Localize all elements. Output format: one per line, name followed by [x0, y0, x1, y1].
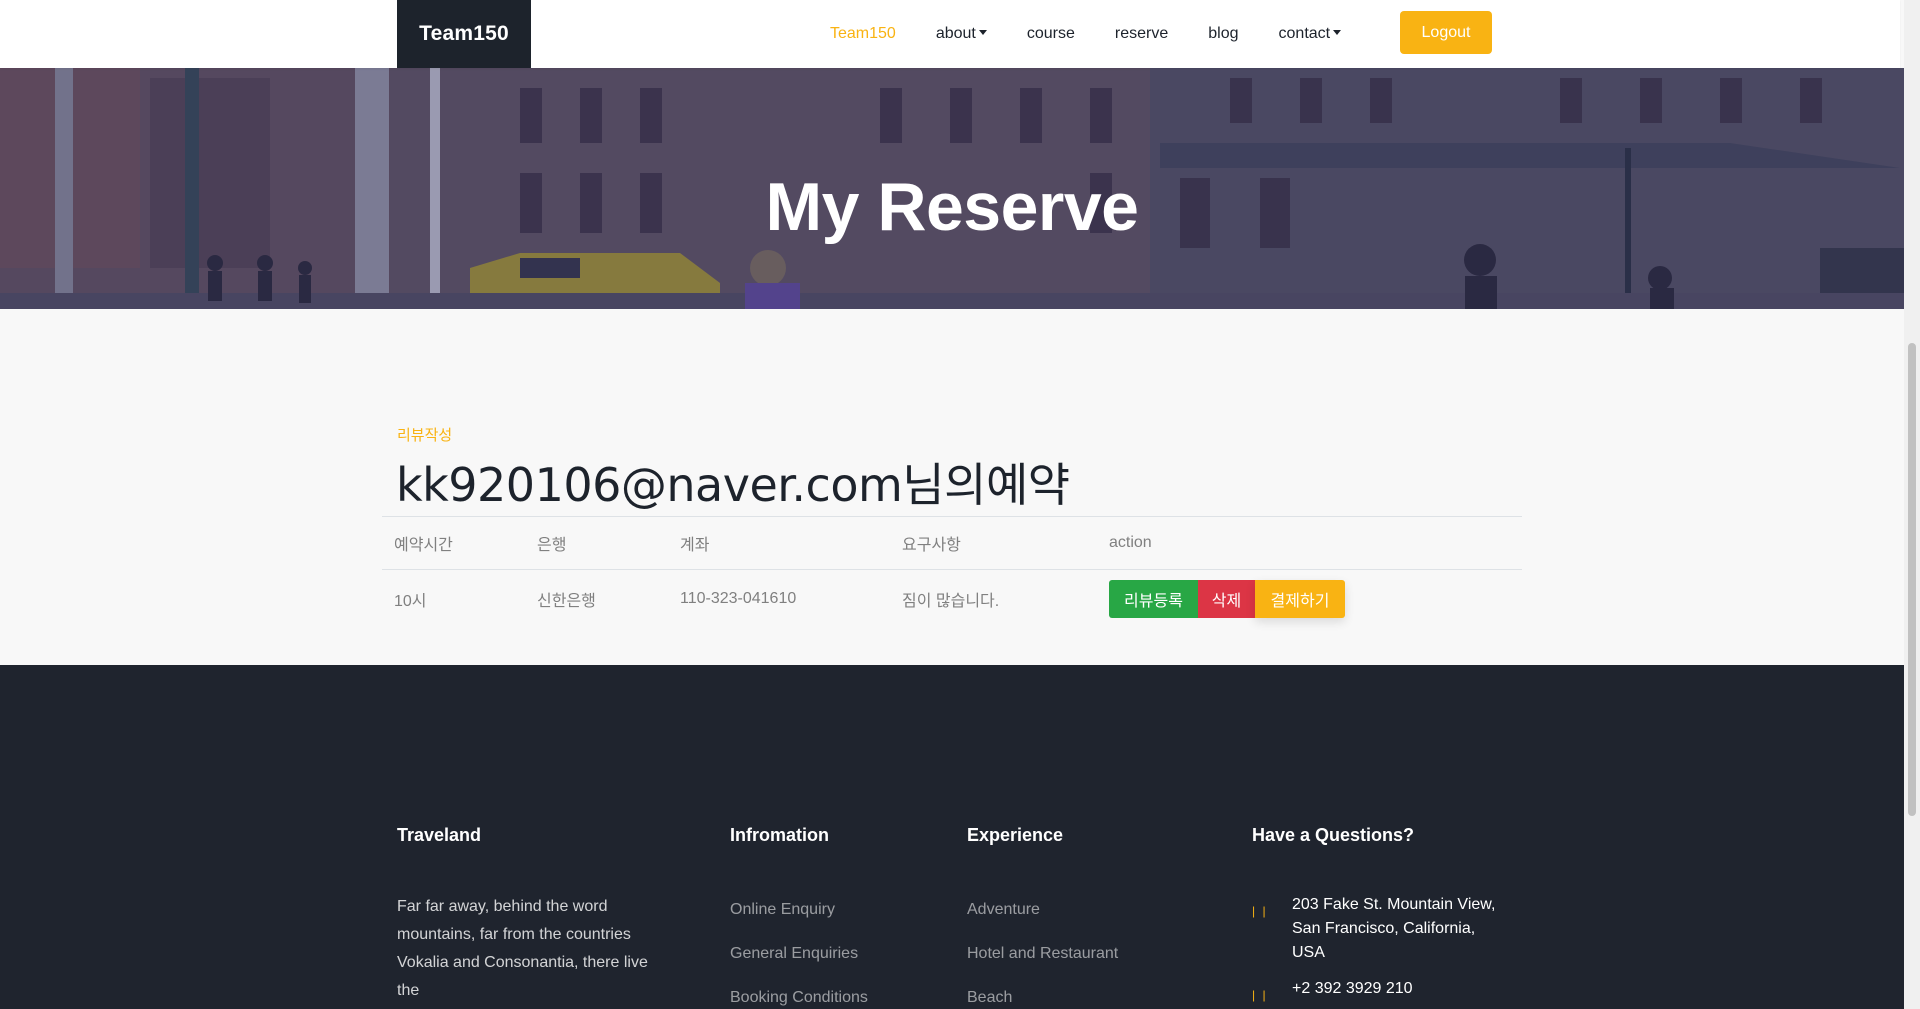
footer-phone[interactable]: +2 392 3929 210 — [1292, 980, 1413, 997]
nav-item-label: reserve — [1114, 25, 1169, 42]
footer-title-traveland: Traveland — [397, 825, 482, 845]
footer-col-experience: Experience — [967, 825, 1063, 846]
footer: Traveland Far far away, behind the word … — [0, 665, 1904, 1009]
footer-title-information: Infromation — [730, 825, 829, 845]
cell-actions: 리뷰등록 삭제 결제하기 — [1097, 579, 1497, 618]
nav-item-label: about — [935, 25, 976, 42]
phone-icon: | | — [1252, 988, 1268, 1002]
footer-links-information: Online Enquiry General Enquiries Booking… — [730, 901, 868, 1009]
pay-button[interactable]: 결제하기 — [1255, 579, 1345, 618]
footer-link-general-enquiries[interactable]: General Enquiries — [730, 945, 868, 989]
hero-banner: My Reserve — [0, 68, 1904, 309]
footer-address-row: | | 203 Fake St. Mountain View, San Fran… — [1252, 893, 1512, 965]
nav-links: Team150 about course reserve blog contac… — [830, 0, 1342, 68]
column-header-time: 예약시간 — [394, 537, 453, 554]
nav-item-label: Team150 — [830, 25, 896, 42]
nav-item-course[interactable]: course — [1027, 25, 1075, 43]
footer-phone-row: | | +2 392 3929 210 — [1252, 977, 1512, 1002]
nav-item-label: course — [1026, 25, 1075, 42]
review-button[interactable]: 리뷰등록 — [1109, 579, 1198, 618]
footer-contact: | | 203 Fake St. Mountain View, San Fran… — [1252, 893, 1512, 1009]
cell-request: 짐이 많습니다. — [902, 592, 1000, 610]
nav-item-about[interactable]: about — [936, 25, 987, 43]
footer-link-hotel-restaurant[interactable]: Hotel and Restaurant — [967, 945, 1118, 989]
scrollbar-thumb[interactable] — [1908, 343, 1916, 816]
footer-col-information: Infromation — [730, 825, 829, 846]
nav-item-contact[interactable]: contact — [1279, 25, 1342, 43]
brand-logo[interactable]: Team150 — [397, 0, 531, 68]
reservation-section: 리뷰작성 kk920106@naver.com님의예약 예약시간 은행 계좌 요… — [0, 309, 1904, 665]
nav-item-reserve[interactable]: reserve — [1115, 25, 1168, 43]
footer-address: 203 Fake St. Mountain View, San Francisc… — [1292, 896, 1496, 961]
page-scrollbar[interactable] — [1904, 0, 1920, 1009]
footer-links-experience: Adventure Hotel and Restaurant Beach — [967, 901, 1118, 1009]
table-row: 10시 신한은행 110-323-041610 짐이 많습니다. 리뷰등록 삭제… — [382, 569, 1522, 627]
reservation-table: 예약시간 은행 계좌 요구사항 action 10시 신한은행 110-323-… — [382, 516, 1522, 627]
caret-down-icon — [1333, 30, 1342, 35]
footer-link-booking-conditions[interactable]: Booking Conditions — [730, 989, 868, 1009]
footer-link-online-enquiry[interactable]: Online Enquiry — [730, 901, 868, 945]
column-header-action: action — [1109, 534, 1152, 551]
footer-title-questions: Have a Questions? — [1252, 825, 1415, 845]
cell-bank: 신한은행 — [537, 592, 596, 610]
column-header-request: 요구사항 — [902, 537, 961, 554]
logout-button[interactable]: Logout — [1400, 11, 1492, 54]
footer-link-beach[interactable]: Beach — [967, 989, 1118, 1009]
nav-item-blog[interactable]: blog — [1208, 25, 1238, 43]
cell-time: 10시 — [394, 592, 427, 610]
map-marker-icon: | | — [1252, 904, 1268, 918]
caret-down-icon — [978, 30, 987, 35]
table-header-row: 예약시간 은행 계좌 요구사항 action — [382, 516, 1522, 569]
footer-title-experience: Experience — [967, 825, 1064, 845]
footer-col-traveland: Traveland — [397, 825, 481, 846]
footer-about-text: Far far away, behind the word mountains,… — [397, 898, 648, 999]
footer-link-adventure[interactable]: Adventure — [967, 901, 1118, 945]
section-subheading: 리뷰작성 — [397, 427, 453, 444]
column-header-bank: 은행 — [537, 537, 567, 554]
section-heading: kk920106@naver.com님의예약 — [396, 458, 1070, 512]
delete-button[interactable]: 삭제 — [1198, 579, 1255, 618]
nav-item-label: contact — [1278, 25, 1331, 42]
footer-col-questions: Have a Questions? — [1252, 825, 1414, 846]
cell-account: 110-323-041610 — [680, 589, 797, 607]
navbar: Team150 Team150 about course reserve blo… — [0, 0, 1900, 68]
page-title: My Reserve — [765, 169, 1139, 245]
column-header-account: 계좌 — [680, 537, 710, 554]
nav-item-label: blog — [1208, 25, 1239, 42]
nav-item-team150[interactable]: Team150 — [830, 25, 896, 43]
